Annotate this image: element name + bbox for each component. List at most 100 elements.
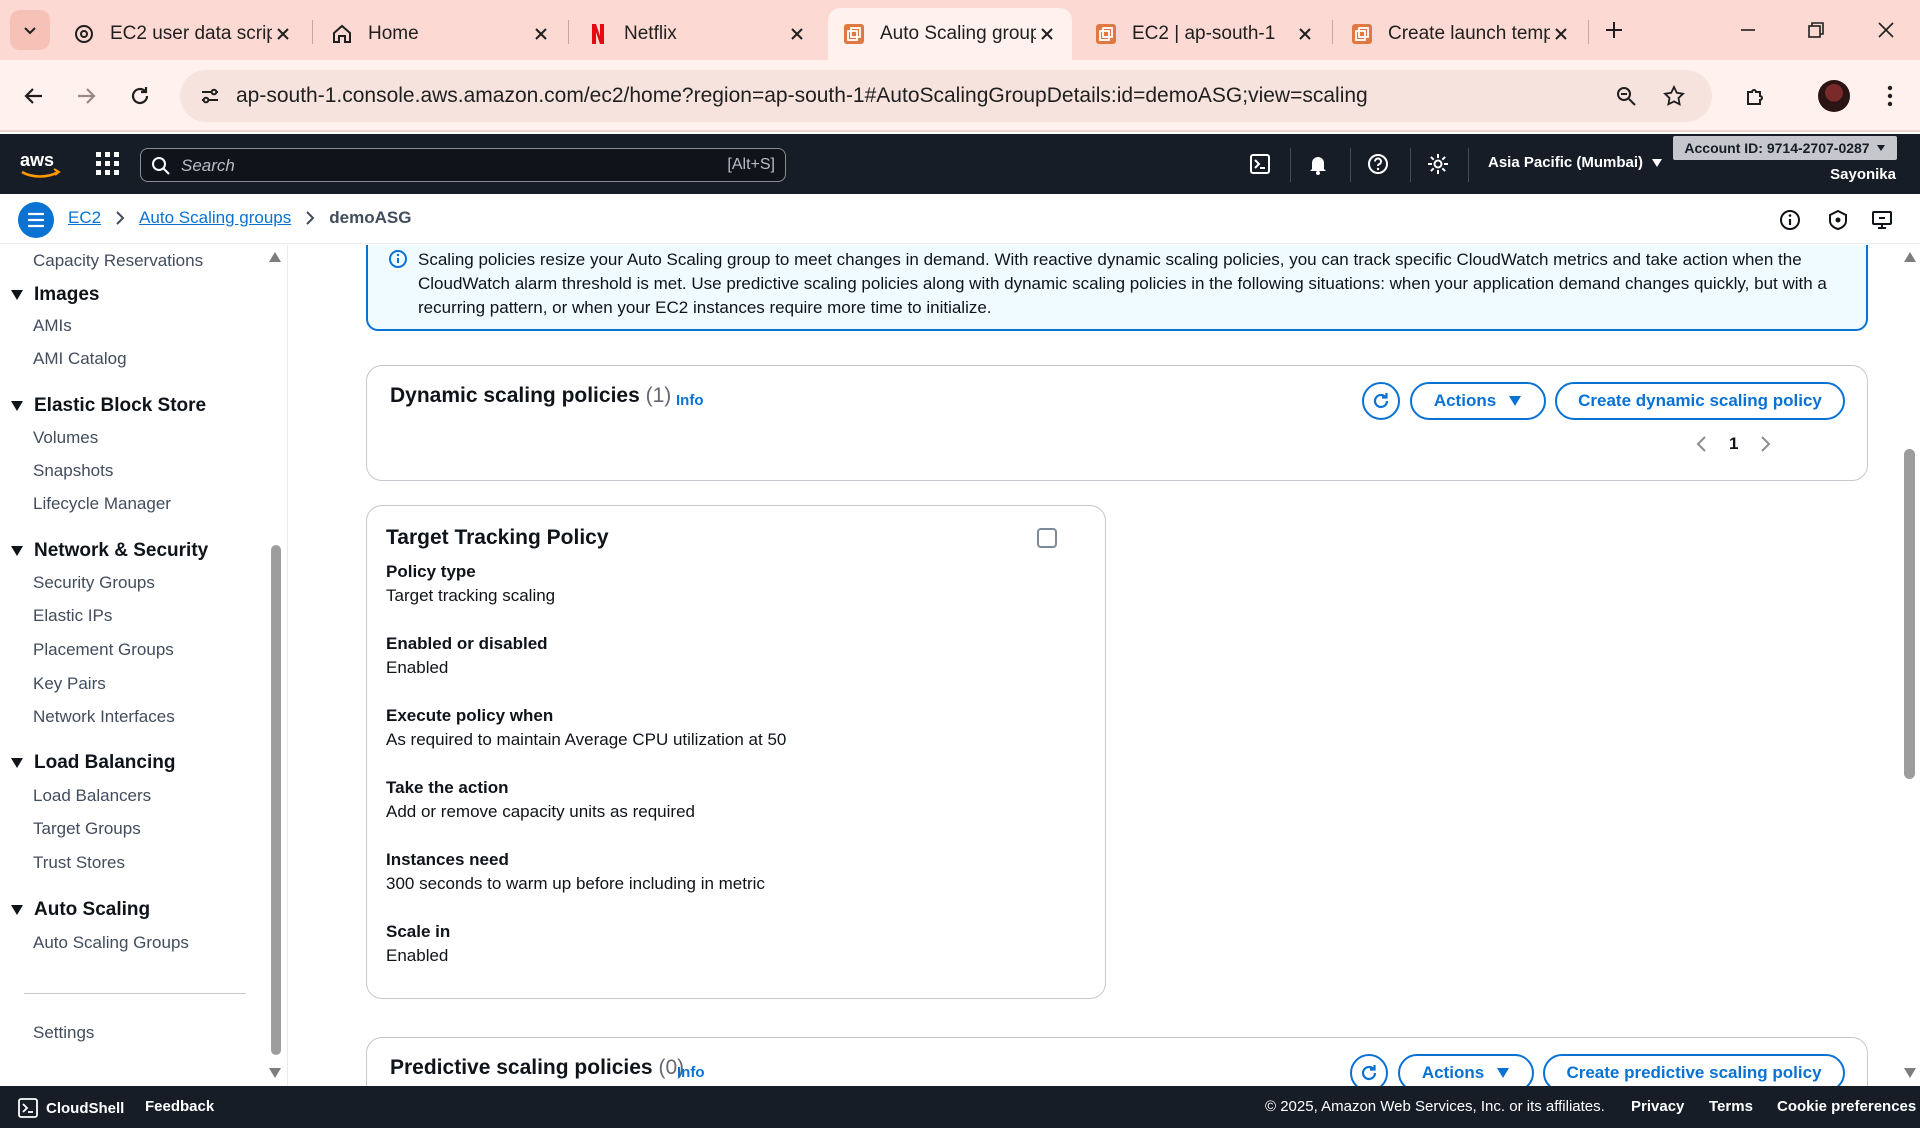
nav-section-auto-scaling[interactable]: Auto Scaling bbox=[10, 899, 150, 921]
chevron-left-icon[interactable] bbox=[1695, 435, 1707, 453]
username[interactable]: Sayonika bbox=[1830, 166, 1896, 183]
minimize-button[interactable] bbox=[1728, 10, 1768, 50]
browser-menu-button[interactable] bbox=[1870, 76, 1910, 116]
close-icon[interactable] bbox=[1550, 23, 1572, 45]
reload-button[interactable] bbox=[120, 76, 160, 116]
refresh-icon bbox=[1373, 393, 1389, 409]
actions-dropdown[interactable]: Actions bbox=[1398, 1054, 1534, 1086]
help-button[interactable] bbox=[1362, 148, 1394, 180]
refresh-button[interactable] bbox=[1350, 1054, 1388, 1086]
scroll-up-icon[interactable] bbox=[1903, 251, 1917, 263]
close-window-button[interactable] bbox=[1866, 10, 1906, 50]
nav-link-elastic-ips[interactable]: Elastic IPs bbox=[33, 606, 112, 626]
url-bar[interactable]: ap-south-1.console.aws.amazon.com/ec2/ho… bbox=[180, 70, 1712, 122]
scroll-up-icon[interactable] bbox=[268, 251, 282, 263]
breadcrumb-auto-scaling-groups[interactable]: Auto Scaling groups bbox=[139, 208, 291, 228]
shield-icon bbox=[1829, 209, 1847, 231]
caret-down-icon bbox=[11, 905, 23, 915]
tab-divider bbox=[312, 20, 313, 44]
page-number[interactable]: 1 bbox=[1729, 434, 1738, 454]
tab-label: Netflix bbox=[624, 23, 677, 44]
bookmark-star-icon[interactable] bbox=[1658, 80, 1690, 112]
breadcrumb-ec2[interactable]: EC2 bbox=[68, 208, 101, 228]
page-scrollbar[interactable] bbox=[1900, 245, 1920, 1086]
nav-link-volumes[interactable]: Volumes bbox=[33, 428, 98, 448]
site-settings-icon[interactable] bbox=[194, 80, 226, 112]
policy-select-checkbox[interactable] bbox=[1037, 528, 1057, 548]
browser-tab[interactable]: EC2 user data scrip bbox=[58, 8, 308, 60]
aws-search-input[interactable]: Search [Alt+S] bbox=[140, 148, 786, 182]
close-icon[interactable] bbox=[272, 23, 294, 45]
panel-title-text: Predictive scaling policies bbox=[390, 1056, 653, 1079]
nav-section-images[interactable]: Images bbox=[10, 284, 99, 306]
restore-button[interactable] bbox=[1796, 10, 1836, 50]
side-nav-toggle[interactable] bbox=[18, 202, 54, 238]
services-grid-icon[interactable] bbox=[94, 150, 122, 178]
info-link[interactable]: Info bbox=[676, 392, 704, 409]
info-link[interactable]: Info bbox=[677, 1064, 705, 1081]
nav-link-security-groups[interactable]: Security Groups bbox=[33, 573, 155, 593]
nav-link-snapshots[interactable]: Snapshots bbox=[33, 461, 113, 481]
cloudshell-footer-button[interactable]: CloudShell bbox=[18, 1098, 124, 1118]
nav-section-elastic-block-store[interactable]: Elastic Block Store bbox=[10, 395, 206, 417]
cookie-preferences-link[interactable]: Cookie preferences bbox=[1777, 1098, 1916, 1115]
nav-link-load-balancers[interactable]: Load Balancers bbox=[33, 786, 151, 806]
tab-search-button[interactable] bbox=[10, 10, 50, 50]
account-menu[interactable]: Account ID: 9714-2707-0287 bbox=[1673, 136, 1897, 160]
nav-link-settings[interactable]: Settings bbox=[33, 1023, 94, 1043]
nav-link-key-pairs[interactable]: Key Pairs bbox=[33, 674, 106, 694]
nav-link-placement-groups[interactable]: Placement Groups bbox=[33, 640, 174, 660]
account-id: Account ID: 9714-2707-0287 bbox=[1684, 140, 1870, 156]
notifications-button[interactable] bbox=[1302, 148, 1334, 180]
browser-tab[interactable]: EC2 | ap-south-1 bbox=[1080, 8, 1330, 60]
browser-tab[interactable]: Netflix bbox=[572, 8, 822, 60]
scroll-down-icon[interactable] bbox=[1903, 1067, 1917, 1079]
actions-dropdown[interactable]: Actions bbox=[1410, 382, 1546, 420]
region-selector[interactable]: Asia Pacific (Mumbai) bbox=[1488, 154, 1663, 171]
region-label: Asia Pacific (Mumbai) bbox=[1488, 154, 1644, 171]
nav-section-network-security[interactable]: Network & Security bbox=[10, 540, 208, 562]
nav-link-capacity-reservations[interactable]: Capacity Reservations bbox=[33, 251, 203, 271]
cloudshell-button[interactable] bbox=[1244, 148, 1276, 180]
extensions-button[interactable] bbox=[1736, 76, 1776, 116]
close-icon[interactable] bbox=[1036, 23, 1058, 45]
close-icon[interactable] bbox=[1294, 23, 1316, 45]
back-button[interactable] bbox=[14, 76, 54, 116]
browser-tab-active[interactable]: Auto Scaling group bbox=[828, 8, 1072, 60]
new-tab-button[interactable] bbox=[1598, 14, 1630, 46]
nav-link-amis[interactable]: AMIs bbox=[33, 316, 72, 336]
forward-button[interactable] bbox=[66, 76, 106, 116]
browser-tab[interactable]: Home bbox=[316, 8, 566, 60]
field-label: Enabled or disabled bbox=[386, 634, 548, 653]
aws-logo[interactable]: aws bbox=[18, 148, 62, 180]
privacy-link[interactable]: Privacy bbox=[1631, 1098, 1684, 1115]
feedback-link[interactable]: Feedback bbox=[145, 1098, 214, 1115]
create-predictive-scaling-policy-button[interactable]: Create predictive scaling policy bbox=[1543, 1054, 1845, 1086]
security-panel-button[interactable] bbox=[1824, 206, 1852, 234]
terms-link[interactable]: Terms bbox=[1709, 1098, 1753, 1115]
sidebar-scrollbar-thumb[interactable] bbox=[271, 545, 281, 1055]
close-icon[interactable] bbox=[786, 23, 808, 45]
nav-link-network-interfaces[interactable]: Network Interfaces bbox=[33, 707, 175, 727]
create-dynamic-scaling-policy-button[interactable]: Create dynamic scaling policy bbox=[1555, 382, 1845, 420]
zoom-icon[interactable] bbox=[1610, 80, 1642, 112]
url-text[interactable]: ap-south-1.console.aws.amazon.com/ec2/ho… bbox=[236, 84, 1368, 108]
nav-link-auto-scaling-groups[interactable]: Auto Scaling Groups bbox=[33, 933, 189, 953]
feedback-panel-button[interactable] bbox=[1868, 206, 1896, 234]
close-icon[interactable] bbox=[530, 23, 552, 45]
profile-avatar[interactable] bbox=[1818, 80, 1850, 112]
refresh-button[interactable] bbox=[1362, 382, 1400, 420]
scroll-down-icon[interactable] bbox=[268, 1067, 282, 1079]
nav-link-trust-stores[interactable]: Trust Stores bbox=[33, 853, 125, 873]
bell-icon bbox=[1310, 157, 1326, 175]
panel-title-text: Dynamic scaling policies bbox=[390, 384, 640, 407]
nav-link-ami-catalog[interactable]: AMI Catalog bbox=[33, 349, 127, 369]
info-panel-button[interactable] bbox=[1776, 206, 1804, 234]
nav-link-lifecycle-manager[interactable]: Lifecycle Manager bbox=[33, 494, 171, 514]
nav-link-target-groups[interactable]: Target Groups bbox=[33, 819, 141, 839]
chevron-right-icon[interactable] bbox=[1760, 435, 1772, 453]
browser-tab[interactable]: Create launch temp bbox=[1336, 8, 1586, 60]
nav-section-load-balancing[interactable]: Load Balancing bbox=[10, 752, 175, 774]
settings-button[interactable] bbox=[1422, 148, 1454, 180]
page-scrollbar-thumb[interactable] bbox=[1904, 449, 1915, 779]
